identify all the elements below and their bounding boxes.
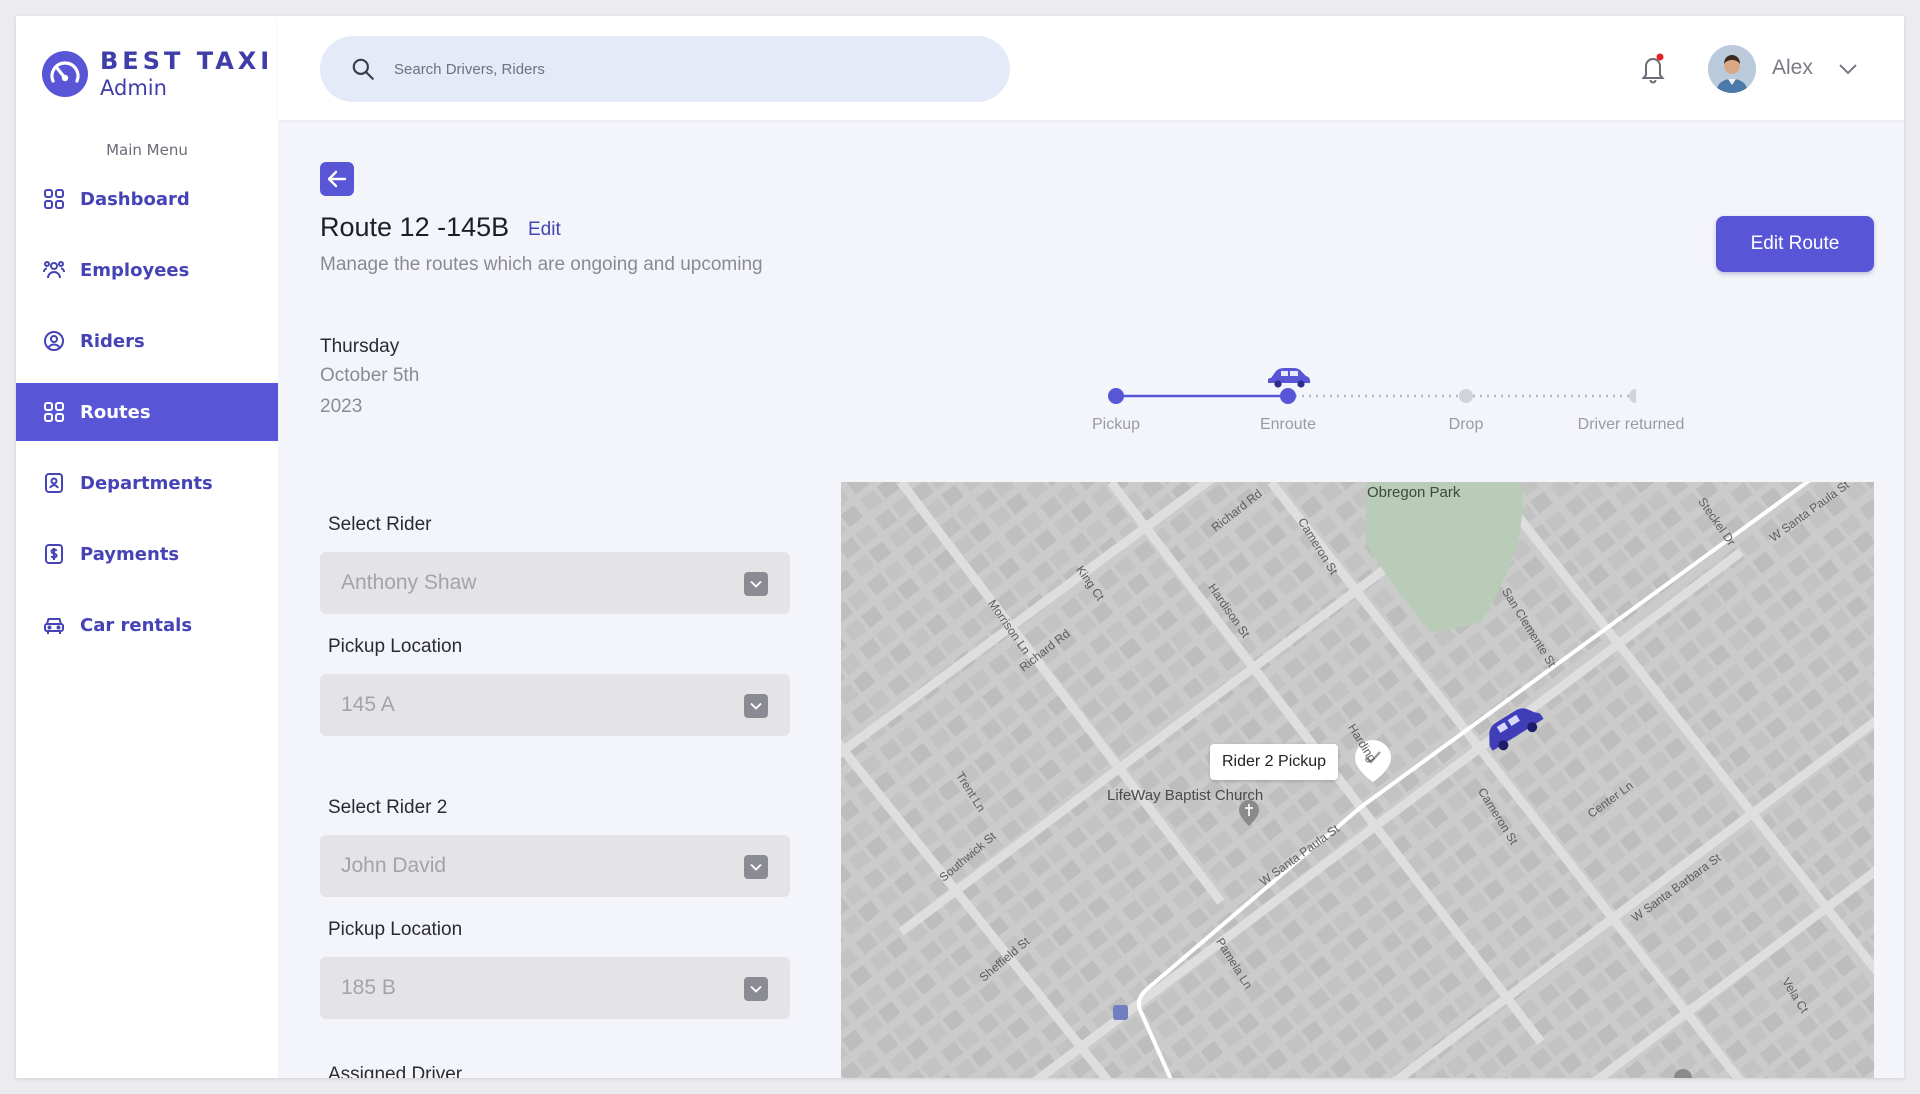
step-dot-driver-returned [1629, 389, 1643, 403]
logo[interactable]: BEST TAXI Admin [42, 47, 274, 100]
chevron-down-icon[interactable] [1838, 62, 1858, 76]
sidebar-item-payments[interactable]: Payments [16, 525, 278, 583]
select-rider-dropdown[interactable]: Anthony Shaw [320, 552, 790, 614]
step-label-pickup: Pickup [1091, 416, 1141, 433]
people-icon [43, 261, 65, 279]
sidebar-item-label: Payments [80, 543, 180, 565]
step-dot-enroute [1280, 388, 1296, 404]
edit-title-link[interactable]: Edit [528, 219, 561, 241]
step-label-drop: Drop [1448, 416, 1484, 433]
chevron-down-icon [744, 572, 768, 596]
sidebar-item-label: Routes [80, 401, 151, 423]
map-label-park: Obregon Park [1367, 484, 1461, 501]
arrow-left-icon [327, 170, 347, 188]
pickup-location-2-value: 185 B [341, 976, 396, 999]
chevron-down-icon [744, 694, 768, 718]
grid-icon [44, 189, 64, 209]
step-dot-drop [1459, 389, 1473, 403]
back-button[interactable] [320, 162, 354, 196]
sidebar-item-car-rentals[interactable]: Car rentals [16, 596, 278, 654]
dollar-icon [45, 544, 63, 564]
sidebar-item-label: Car rentals [80, 614, 193, 636]
rider-2-pickup-marker[interactable]: Rider 2 Pickup [1210, 744, 1339, 780]
step-label-driver-returned: Driver returned [1577, 416, 1685, 433]
select-rider-2-value: John David [341, 854, 447, 877]
sidebar: BEST TAXI Admin Main Menu Dashboard Empl… [16, 16, 278, 1078]
date-year: 2023 [320, 396, 363, 417]
sidebar-item-departments[interactable]: Departments [16, 454, 278, 512]
search-icon [352, 58, 374, 80]
top-header: Alex [278, 16, 1904, 120]
app-window: BEST TAXI Admin Main Menu Dashboard Empl… [16, 16, 1904, 1078]
map-label-church: LifeWay Baptist Church [1107, 787, 1264, 804]
page-title: Route 12 -145B [320, 212, 510, 242]
pickup-location-2-label: Pickup Location [328, 919, 463, 940]
select-rider-label: Select Rider [328, 514, 432, 535]
car-icon [1268, 368, 1310, 388]
page-subtitle: Manage the routes which are ongoing and … [320, 254, 763, 275]
date-month-day: October 5th [320, 365, 420, 386]
pickup-location-value: 145 A [341, 693, 395, 716]
select-rider-2-dropdown[interactable]: John David [320, 835, 790, 897]
pickup-location-label: Pickup Location [328, 636, 463, 657]
chevron-down-icon [744, 855, 768, 879]
bus-stop-icon [1113, 1005, 1128, 1020]
main-menu-label: Main Menu [106, 141, 188, 159]
edit-route-button[interactable]: Edit Route [1716, 216, 1874, 272]
step-dot-pickup [1108, 388, 1124, 404]
route-progress-tracker: Pickup Enroute Drop Driver returned [1076, 346, 1684, 446]
search-input[interactable] [394, 60, 954, 78]
sidebar-item-label: Departments [80, 472, 213, 494]
sidebar-item-riders[interactable]: Riders [16, 312, 278, 370]
chevron-down-icon [744, 977, 768, 1001]
user-name[interactable]: Alex [1772, 56, 1813, 80]
step-label-enroute: Enroute [1259, 416, 1317, 433]
sidebar-nav: Dashboard Employees Riders Routes Depart… [16, 170, 278, 667]
sidebar-item-employees[interactable]: Employees [16, 241, 278, 299]
sidebar-item-label: Dashboard [80, 188, 190, 210]
date-day: Thursday [320, 336, 400, 357]
brand-name: BEST TAXI [100, 47, 274, 75]
select-rider-value: Anthony Shaw [341, 571, 477, 594]
grid-icon [44, 402, 64, 422]
sidebar-item-label: Employees [80, 259, 190, 281]
route-map[interactable]: Obregon Park LifeWay Baptist Church Ride… [841, 482, 1874, 1078]
badge-icon [45, 473, 63, 493]
car-icon [44, 618, 64, 634]
notification-bell-icon[interactable] [1636, 50, 1670, 86]
search-bar[interactable] [320, 36, 1010, 102]
speedometer-icon [42, 50, 88, 97]
sidebar-item-dashboard[interactable]: Dashboard [16, 170, 278, 228]
pickup-location-dropdown[interactable]: 145 A [320, 674, 790, 736]
assigned-driver-label: Assigned Driver [328, 1064, 463, 1078]
select-rider-2-label: Select Rider 2 [328, 797, 448, 818]
sidebar-item-routes[interactable]: Routes [16, 383, 278, 441]
pickup-location-2-dropdown[interactable]: 185 B [320, 957, 790, 1019]
user-circle-icon [44, 331, 64, 351]
avatar[interactable] [1708, 45, 1756, 93]
brand-subtitle: Admin [100, 75, 167, 100]
sidebar-item-label: Riders [80, 330, 145, 352]
